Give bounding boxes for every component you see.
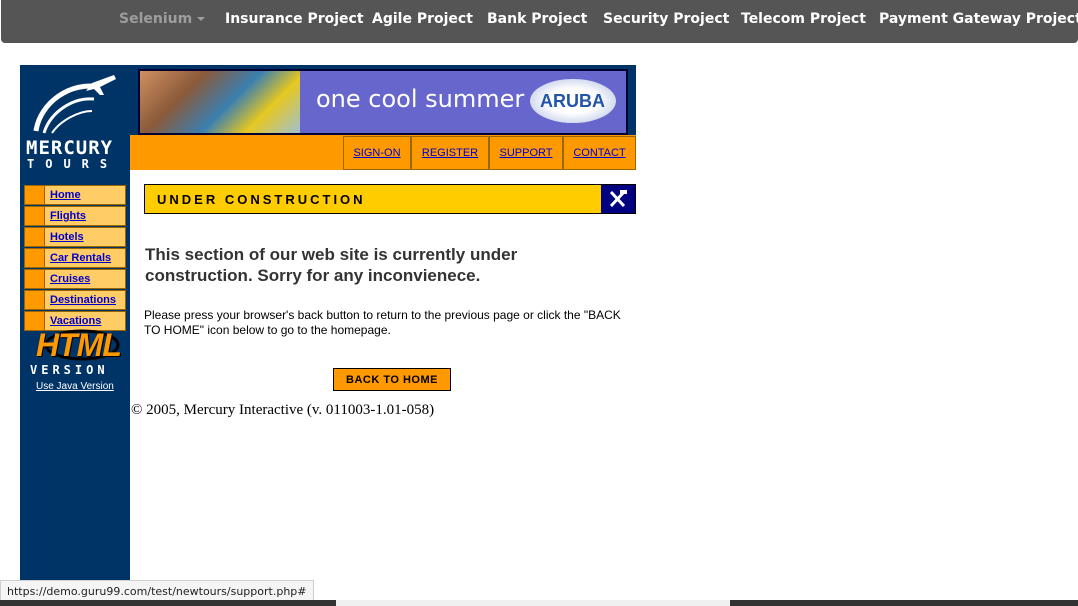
menu-support: SUPPORT [489, 136, 563, 170]
nav-agile-project[interactable]: Agile Project [372, 11, 473, 27]
scrollbar-thumb[interactable] [336, 600, 730, 606]
bullet-square [25, 186, 45, 204]
menu-register: REGISTER [411, 136, 489, 170]
use-java-version-link[interactable]: Use Java Version [36, 381, 114, 392]
aruba-logo-text: ARUBA [540, 91, 605, 111]
bullet-square [25, 228, 45, 246]
register-link[interactable]: REGISTER [422, 147, 478, 159]
nav-selenium-dropdown[interactable]: Selenium [119, 11, 206, 27]
sidebar-link-home[interactable]: Home [45, 186, 81, 204]
logo-mercury: MERCURY [26, 137, 114, 159]
menu-contact: CONTACT [563, 136, 636, 170]
top-menu-bar: SIGN-ON REGISTER SUPPORT CONTACT [130, 135, 636, 170]
left-sidebar: MERCURY TOURS Home Flights Hotels Car Re… [20, 65, 130, 606]
sidebar-item-home: Home [24, 185, 126, 205]
under-construction-title: UNDER CONSTRUCTION [157, 192, 366, 207]
sidebar-link-flights[interactable]: Flights [45, 207, 86, 225]
sidebar-item-car-rentals: Car Rentals [24, 248, 126, 268]
contact-link[interactable]: CONTACT [573, 147, 625, 159]
top-navbar: Selenium Insurance Project Agile Project… [1, 0, 1078, 43]
logo-tours: TOURS [27, 157, 119, 171]
instruction-paragraph: Please press your browser's back button … [144, 308, 621, 337]
sidebar-item-destinations: Destinations [24, 290, 126, 310]
bullet-square [25, 249, 45, 267]
nav-security-project[interactable]: Security Project [603, 11, 729, 27]
nav-bank-project[interactable]: Bank Project [487, 11, 587, 27]
nav-telecom-project[interactable]: Telecom Project [741, 11, 866, 27]
support-link[interactable]: SUPPORT [500, 147, 553, 159]
html-badge-text: HTML [36, 327, 122, 363]
banner-photo [140, 71, 300, 133]
nav-payment-gateway-project[interactable]: Payment Gateway Project [879, 11, 1078, 27]
sidebar-item-flights: Flights [24, 206, 126, 226]
copyright-text: © 2005, Mercury Interactive (v. 011003-1… [131, 402, 435, 418]
sidebar-link-cruises[interactable]: Cruises [45, 270, 90, 288]
back-to-home-button[interactable]: BACK TO HOME [333, 368, 451, 391]
sign-on-link[interactable]: SIGN-ON [353, 147, 400, 159]
bullet-square [25, 291, 45, 309]
airplane-arc-icon[interactable] [30, 73, 120, 137]
sidebar-link-destinations[interactable]: Destinations [45, 291, 116, 309]
banner-slogan: one cool summer [316, 85, 525, 113]
sidebar-item-hotels: Hotels [24, 227, 126, 247]
sidebar-link-car-rentals[interactable]: Car Rentals [45, 249, 111, 267]
page-heading: This section of our web site is currentl… [145, 245, 518, 285]
sidebar-item-cruises: Cruises [24, 269, 126, 289]
banner-area: one cool summer ARUBA [130, 65, 636, 135]
bullet-square [25, 207, 45, 225]
nav-selenium-label: Selenium [119, 11, 193, 27]
tools-icon [601, 185, 635, 213]
bullet-square [25, 270, 45, 288]
version-text: VERSION [30, 363, 109, 377]
under-construction-banner: UNDER CONSTRUCTION [144, 184, 636, 214]
sidebar-link-hotels[interactable]: Hotels [45, 228, 84, 246]
menu-signon: SIGN-ON [343, 136, 411, 170]
horizontal-scrollbar[interactable] [0, 600, 1078, 606]
sidebar-nav: Home Flights Hotels Car Rentals Cruises … [24, 185, 126, 332]
ad-banner[interactable]: one cool summer ARUBA [138, 69, 628, 135]
chevron-down-icon [197, 17, 206, 21]
nav-insurance-project[interactable]: Insurance Project [225, 11, 364, 27]
